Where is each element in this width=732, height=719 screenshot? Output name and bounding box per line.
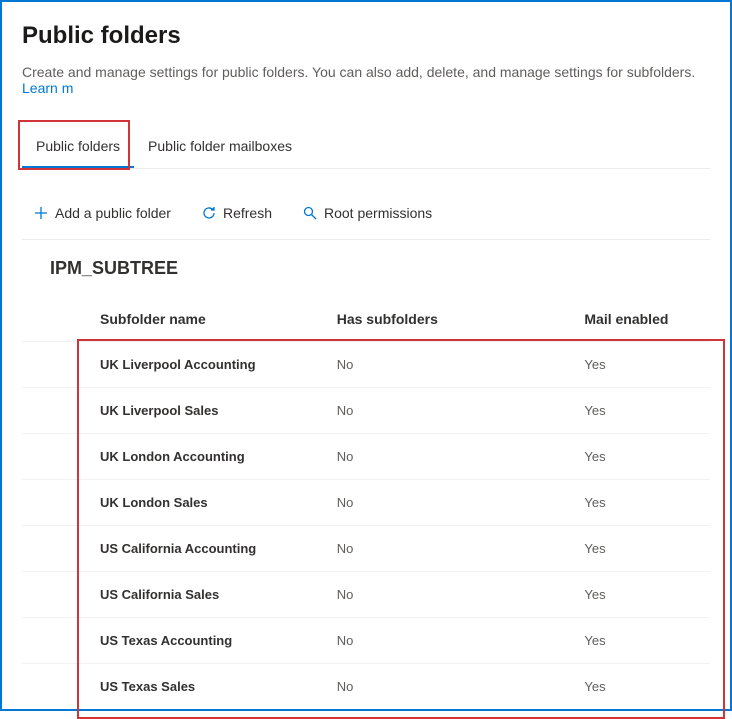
- table-row[interactable]: US Texas Sales No Yes: [22, 664, 710, 710]
- cell-name: UK London Accounting: [22, 434, 325, 480]
- table-row[interactable]: UK London Sales No Yes: [22, 480, 710, 526]
- col-subfolder-name[interactable]: Subfolder name: [22, 299, 325, 342]
- table-row[interactable]: UK Liverpool Sales No Yes: [22, 388, 710, 434]
- cell-name: UK Liverpool Accounting: [22, 342, 325, 388]
- cell-has-subfolders: No: [325, 434, 573, 480]
- cell-mail-enabled: Yes: [572, 388, 710, 434]
- cell-mail-enabled: Yes: [572, 572, 710, 618]
- cell-has-subfolders: No: [325, 572, 573, 618]
- table-header-row: Subfolder name Has subfolders Mail enabl…: [22, 299, 710, 342]
- folders-table: Subfolder name Has subfolders Mail enabl…: [22, 299, 710, 709]
- table-row[interactable]: UK Liverpool Accounting No Yes: [22, 342, 710, 388]
- cell-name: US California Sales: [22, 572, 325, 618]
- page-description: Create and manage settings for public fo…: [22, 64, 710, 96]
- refresh-label: Refresh: [223, 205, 272, 221]
- add-public-folder-button[interactable]: Add a public folder: [27, 201, 177, 225]
- cell-name: UK Liverpool Sales: [22, 388, 325, 434]
- plus-icon: [33, 205, 49, 221]
- tabs: Public folders Public folder mailboxes: [22, 126, 710, 169]
- cell-has-subfolders: No: [325, 618, 573, 664]
- root-permissions-label: Root permissions: [324, 205, 432, 221]
- description-text: Create and manage settings for public fo…: [22, 64, 695, 80]
- page-title: Public folders: [22, 22, 710, 50]
- learn-more-link[interactable]: Learn m: [22, 80, 73, 96]
- table-row[interactable]: US California Sales No Yes: [22, 572, 710, 618]
- cell-has-subfolders: No: [325, 664, 573, 710]
- table-row[interactable]: UK London Accounting No Yes: [22, 434, 710, 480]
- root-permissions-button[interactable]: Root permissions: [296, 201, 438, 225]
- cell-mail-enabled: Yes: [572, 434, 710, 480]
- cell-has-subfolders: No: [325, 526, 573, 572]
- cell-mail-enabled: Yes: [572, 664, 710, 710]
- cell-name: US California Accounting: [22, 526, 325, 572]
- table-row[interactable]: US California Accounting No Yes: [22, 526, 710, 572]
- col-has-subfolders[interactable]: Has subfolders: [325, 299, 573, 342]
- section-title: IPM_SUBTREE: [50, 258, 710, 279]
- refresh-button[interactable]: Refresh: [195, 201, 278, 225]
- tab-public-folder-mailboxes[interactable]: Public folder mailboxes: [134, 126, 306, 168]
- cell-mail-enabled: Yes: [572, 526, 710, 572]
- cell-name: US Texas Accounting: [22, 618, 325, 664]
- cell-name: US Texas Sales: [22, 664, 325, 710]
- add-public-folder-label: Add a public folder: [55, 205, 171, 221]
- tab-public-folders[interactable]: Public folders: [22, 126, 134, 168]
- cell-has-subfolders: No: [325, 480, 573, 526]
- cell-has-subfolders: No: [325, 388, 573, 434]
- cell-mail-enabled: Yes: [572, 342, 710, 388]
- table-row[interactable]: US Texas Accounting No Yes: [22, 618, 710, 664]
- refresh-icon: [201, 205, 217, 221]
- cell-mail-enabled: Yes: [572, 618, 710, 664]
- toolbar: Add a public folder Refresh Root permiss…: [22, 187, 710, 239]
- col-mail-enabled[interactable]: Mail enabled: [572, 299, 710, 342]
- cell-mail-enabled: Yes: [572, 480, 710, 526]
- cell-has-subfolders: No: [325, 342, 573, 388]
- cell-name: UK London Sales: [22, 480, 325, 526]
- wrench-icon: [302, 205, 318, 221]
